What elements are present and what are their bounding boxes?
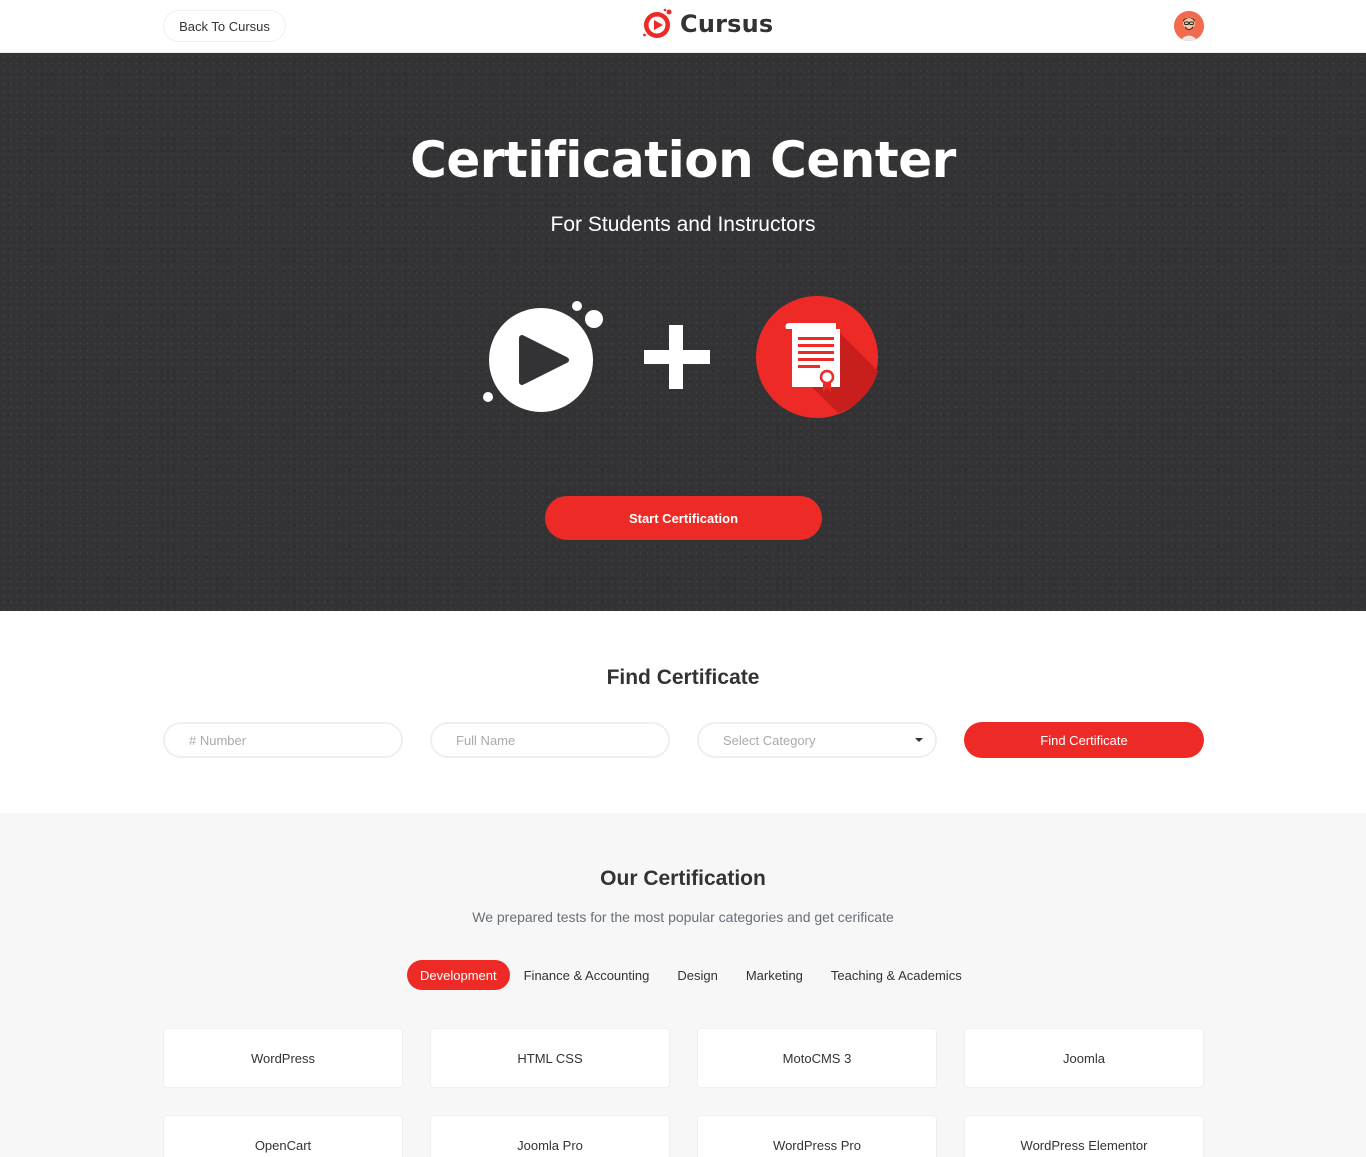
certification-card[interactable]: WordPress Elementor <box>964 1115 1204 1157</box>
certification-card[interactable]: MotoCMS 3 <box>697 1028 937 1088</box>
certification-card[interactable]: HTML CSS <box>430 1028 670 1088</box>
find-certificate-section: Find Certificate # Number Full Name Sele… <box>0 611 1366 813</box>
hero-title: Certification Center <box>410 131 956 189</box>
plus-icon <box>644 325 710 389</box>
category-select[interactable]: Select Category <box>697 722 937 758</box>
find-certificate-button[interactable]: Find Certificate <box>964 722 1204 758</box>
number-placeholder: # Number <box>189 732 247 748</box>
avatar-icon <box>1174 11 1204 41</box>
find-certificate-title: Find Certificate <box>606 666 760 689</box>
certificate-icon <box>756 296 878 418</box>
category-placeholder: Select Category <box>723 732 816 748</box>
our-certification-title: Our Certification <box>600 867 766 890</box>
back-to-cursus-button[interactable]: Back To Cursus <box>163 10 286 42</box>
top-header: Back To Cursus Cursus <box>0 0 1366 53</box>
certificate-number-input[interactable]: # Number <box>163 722 403 758</box>
play-logo-icon <box>483 301 603 412</box>
cursus-logo[interactable]: Cursus <box>642 8 773 40</box>
user-avatar[interactable] <box>1174 11 1204 41</box>
certification-card[interactable]: Joomla Pro <box>430 1115 670 1157</box>
start-certification-button[interactable]: Start Certification <box>545 496 822 540</box>
play-logo-icon <box>643 8 672 38</box>
logo-text: Cursus <box>680 10 774 38</box>
certification-card[interactable]: OpenCart <box>163 1115 403 1157</box>
our-certification-description: We prepared tests for the most popular c… <box>472 909 894 925</box>
hero-subtitle: For Students and Instructors <box>550 213 816 236</box>
certification-card[interactable]: WordPress <box>163 1028 403 1088</box>
hero-illustration <box>480 293 890 423</box>
full-name-input[interactable]: Full Name <box>430 722 670 758</box>
full-name-placeholder: Full Name <box>456 732 516 748</box>
category-tabs: Development Finance & Accounting Design … <box>407 960 976 990</box>
certification-card[interactable]: WordPress Pro <box>697 1115 937 1157</box>
tab-development[interactable]: Development <box>407 960 510 990</box>
hero-banner: Certification Center For Students and In… <box>0 53 1366 611</box>
certification-card[interactable]: Joomla <box>964 1028 1204 1088</box>
tab-finance-accounting[interactable]: Finance & Accounting <box>510 960 664 990</box>
tab-design[interactable]: Design <box>663 960 731 990</box>
tab-teaching-academics[interactable]: Teaching & Academics <box>817 960 976 990</box>
tab-marketing[interactable]: Marketing <box>732 960 817 990</box>
chevron-down-icon <box>915 738 923 742</box>
